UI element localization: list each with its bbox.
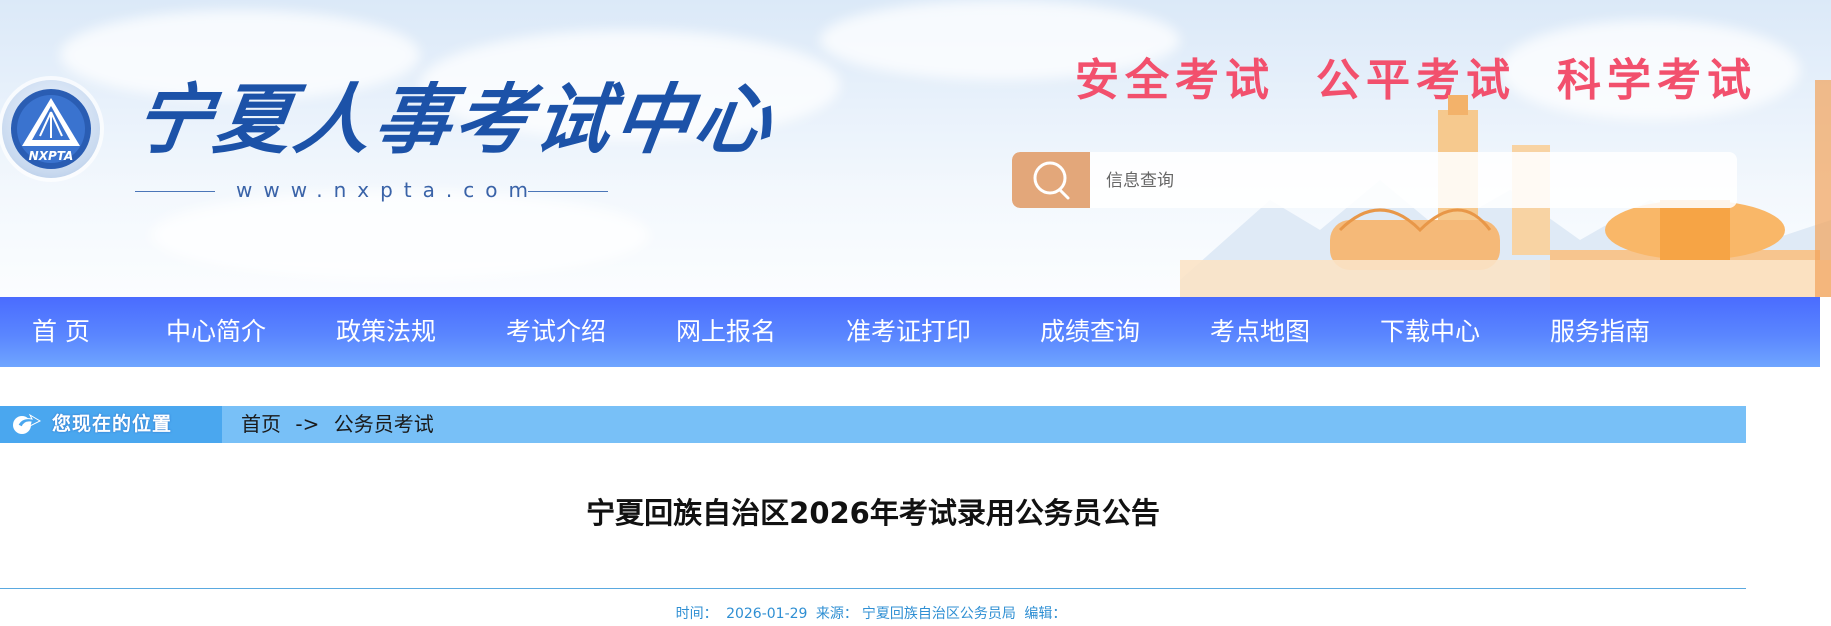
meta-time-label: 时间： [675,606,718,622]
breadcrumb-separator: -> [295,412,320,436]
nav-item-exam-intro[interactable]: 考试介绍 [506,297,606,367]
meta-editor-label: 编辑： [1024,606,1067,622]
breadcrumb-path: 首页 -> 公务员考试 [241,406,434,443]
breadcrumb-label-box: 您现在的位置 [0,406,222,443]
site-url: www.nxpta.com [236,178,539,202]
search-icon [1033,161,1070,200]
meta-time-value: 2026-01-29 [726,606,808,622]
nav-item-downloads[interactable]: 下载中心 [1380,297,1480,367]
nav-item-about[interactable]: 中心简介 [166,297,266,367]
cloud-decoration [150,190,650,280]
breadcrumb-label: 您现在的位置 [52,413,173,435]
search-input[interactable] [1104,152,1728,208]
url-divider-right [528,191,608,192]
breadcrumb-current-link[interactable]: 公务员考试 [334,412,434,436]
article-title: 宁夏回族自治区2026年考试录用公务员公告 [586,496,1160,530]
url-divider-left [135,191,215,192]
meta-source-label: 来源： [815,606,858,622]
site-name[interactable]: 宁夏人事考试中心 [128,70,782,170]
nav-item-score-query[interactable]: 成绩查询 [1040,297,1140,367]
nav-item-service-guide[interactable]: 服务指南 [1550,297,1650,367]
nav-item-home[interactable]: 首 页 [32,297,90,367]
location-arrow-icon [13,413,42,434]
search-box [1012,152,1737,208]
search-button[interactable] [1012,152,1090,208]
logo-emblem[interactable]: NXPTA [2,80,100,178]
site-header: NXPTA 宁夏人事考试中心 www.nxpta.com 安全考试 公平考试 科… [0,0,1831,297]
nav-item-exam-map[interactable]: 考点地图 [1210,297,1310,367]
breadcrumb: 您现在的位置 首页 -> 公务员考试 [0,406,1746,443]
logo-icon: NXPTA [11,89,91,169]
title-divider [0,588,1746,589]
meta-source-value: 宁夏回族自治区公务员局 [861,606,1016,622]
article-meta: 时间： 2026-01-29 来源： 宁夏回族自治区公务员局 编辑： [0,603,1746,623]
nav-item-policy[interactable]: 政策法规 [336,297,436,367]
nav-item-admission-ticket[interactable]: 准考证打印 [846,297,971,367]
breadcrumb-home-link[interactable]: 首页 [241,412,281,436]
logo-text: NXPTA [29,149,74,163]
nav-item-registration[interactable]: 网上报名 [676,297,776,367]
main-nav: 首 页 中心简介 政策法规 考试介绍 网上报名 准考证打印 成绩查询 考点地图 … [0,297,1820,367]
